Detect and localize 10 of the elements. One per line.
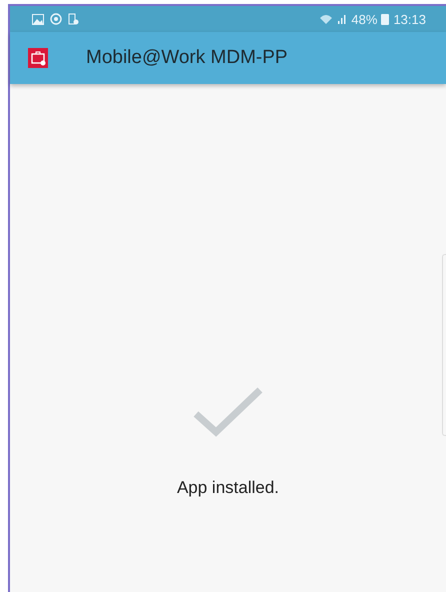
battery-percentage: 48% [351,12,378,26]
status-message: App installed. [176,478,280,498]
wifi-icon [319,14,334,24]
briefcase-icon [28,48,48,68]
signal-icon [337,14,348,24]
image-icon [32,14,44,24]
sync-icon [50,13,62,25]
clock: 13:13 [393,12,426,26]
battery-icon [381,13,390,25]
app-title: Mobile@Work MDM-PP [86,47,288,69]
